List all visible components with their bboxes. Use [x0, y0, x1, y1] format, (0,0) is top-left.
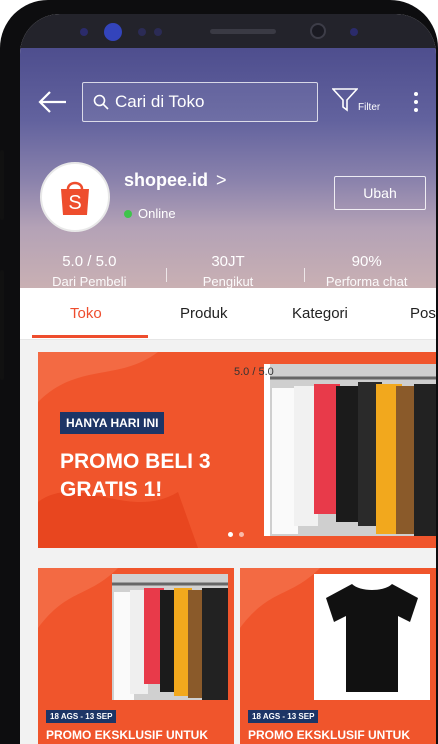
shop-name: shopee.id: [124, 170, 209, 190]
shopee-logo-icon: S: [61, 181, 89, 215]
tab-toko[interactable]: Toko: [70, 305, 102, 322]
sensor-icon: [80, 28, 88, 36]
stat-divider: [304, 268, 305, 282]
stat-value: 5.0 / 5.0: [62, 253, 117, 270]
carousel-dot: [228, 532, 233, 537]
black-tshirt-image: [314, 574, 430, 700]
promo-banner[interactable]: HANYA HARI INI PROMO BELI 3 GRATIS 1! 5.…: [38, 352, 436, 548]
stat-divider: [166, 268, 167, 282]
edit-shop-button[interactable]: Ubah: [334, 176, 426, 210]
clothing-rack-image: [264, 364, 436, 536]
speaker-grille: [210, 29, 276, 34]
stat-chat-performance: 90% Performa chat: [297, 253, 436, 289]
iris-scanner-icon: [310, 23, 326, 39]
svg-text:S: S: [68, 192, 81, 214]
carousel-indicator: [228, 532, 244, 537]
side-button: [0, 270, 4, 380]
online-status: Online: [124, 206, 176, 221]
shop-avatar[interactable]: S: [40, 162, 110, 232]
tab-produk[interactable]: Produk: [180, 305, 228, 322]
shop-name-link[interactable]: shopee.id >: [124, 170, 227, 191]
clothing-rack-image: [112, 574, 228, 700]
back-arrow-icon[interactable]: [38, 90, 68, 114]
stat-label: Dari Pembeli: [52, 274, 127, 289]
promo-badge: HANYA HARI INI: [60, 412, 165, 434]
stat-value: 30JT: [211, 253, 245, 270]
promo-card-title: PROMO EKSKLUSIF UNTUK PRODUK TERLARIS: [248, 728, 410, 744]
promo-card-title: PROMO EKSKLUSIF UNTUK PRODUK TERLARIS: [46, 728, 208, 744]
promo-title: PROMO BELI 3 GRATIS 1!: [60, 450, 211, 501]
online-label: Online: [138, 206, 176, 221]
search-icon: [93, 94, 109, 110]
stat-label: Pengikut: [202, 274, 254, 289]
status-bar: [20, 14, 436, 48]
tab-post[interactable]: Post: [410, 305, 436, 322]
sensor-icon: [350, 28, 358, 36]
sensor-icon: [138, 28, 146, 36]
front-camera-icon: [104, 23, 122, 41]
search-input[interactable]: Cari di Toko: [82, 82, 318, 122]
filter-button[interactable]: Filter: [331, 86, 390, 120]
sensor-icon: [154, 28, 162, 36]
filter-label: Filter: [358, 102, 381, 113]
stat-label: Performa chat: [325, 274, 408, 289]
stat-rating: 5.0 / 5.0 Dari Pembeli: [20, 253, 159, 289]
active-tab-indicator: [32, 335, 148, 338]
chevron-right-icon: >: [216, 170, 227, 190]
screen: Cari di Toko Filter S shopee.id > Online…: [20, 14, 436, 744]
online-dot-icon: [124, 209, 132, 218]
promo-date-badge: 18 AGS - 13 SEP: [248, 710, 319, 723]
search-placeholder: Cari di Toko: [115, 92, 205, 111]
filter-icon: [331, 88, 359, 112]
carousel-dot: [239, 532, 244, 537]
shop-tabs: Toko Produk Kategori Post: [20, 288, 436, 340]
stat-value: 90%: [351, 253, 382, 270]
shop-content: HANYA HARI INI PROMO BELI 3 GRATIS 1! 5.…: [20, 340, 436, 744]
stat-followers[interactable]: 30JT Pengikut: [159, 253, 298, 289]
promo-card[interactable]: 18 AGS - 13 SEP PROMO EKSKLUSIF UNTUK PR…: [38, 568, 234, 744]
phone-frame: Cari di Toko Filter S shopee.id > Online…: [0, 0, 438, 744]
shop-header: Cari di Toko Filter S shopee.id > Online…: [20, 48, 436, 289]
side-button: [0, 150, 4, 220]
shop-stats: 5.0 / 5.0 Dari Pembeli 30JT Pengikut 90%…: [20, 253, 436, 289]
banner-rating-overlay: 5.0 / 5.0: [234, 366, 274, 378]
promo-date-badge: 18 AGS - 13 SEP: [46, 710, 117, 723]
promo-card[interactable]: 18 AGS - 13 SEP PROMO EKSKLUSIF UNTUK PR…: [240, 568, 436, 744]
tab-kategori[interactable]: Kategori: [292, 305, 348, 322]
more-options-icon[interactable]: [412, 92, 420, 118]
